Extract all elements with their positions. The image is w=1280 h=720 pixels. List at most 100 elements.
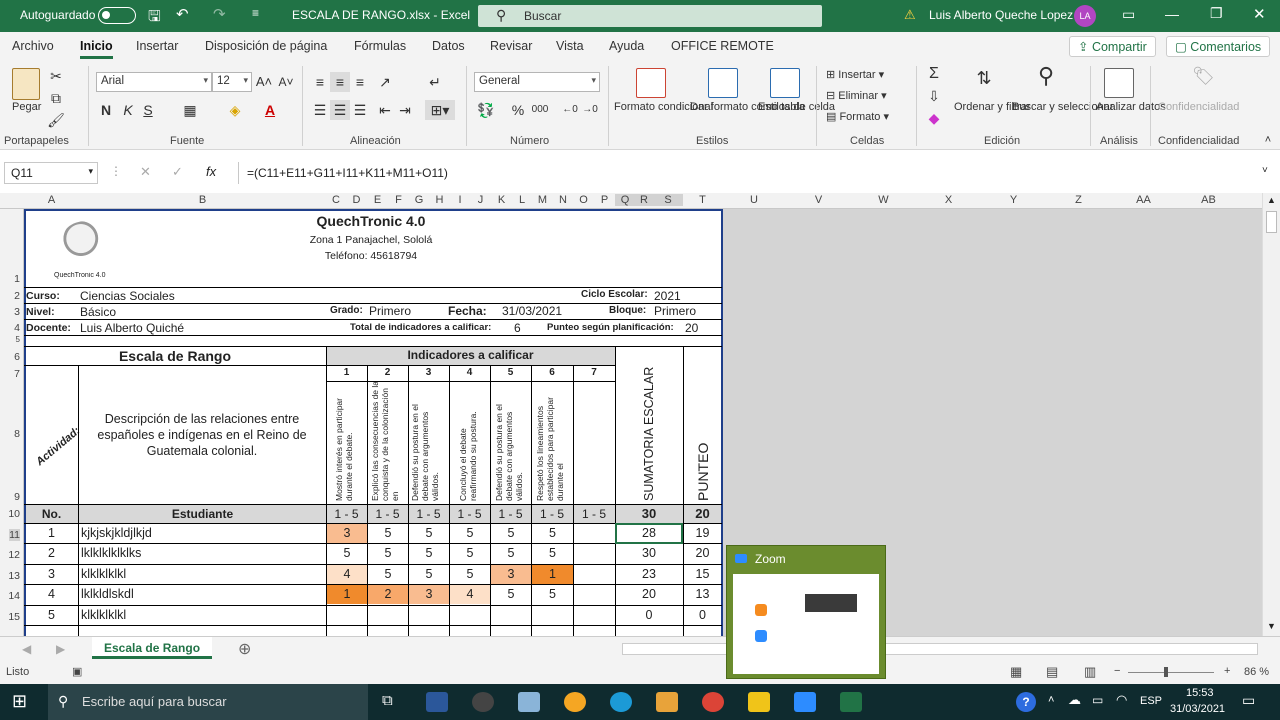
- tab-revisar[interactable]: Revisar: [490, 39, 532, 53]
- comments-button[interactable]: ▢ Comentarios: [1166, 36, 1271, 57]
- column-header[interactable]: N: [553, 194, 573, 206]
- student-number[interactable]: 5: [24, 606, 79, 625]
- next-sheet-icon[interactable]: ▶: [56, 642, 65, 656]
- minimize-icon[interactable]: —: [1165, 6, 1179, 22]
- score-cell[interactable]: 5: [327, 544, 367, 563]
- student-name[interactable]: lklklklklklks: [81, 544, 326, 563]
- battery-icon[interactable]: ▭: [1092, 693, 1103, 707]
- restore-icon[interactable]: ❐: [1210, 5, 1223, 22]
- score-cell[interactable]: [574, 606, 615, 625]
- score-cell[interactable]: 1: [327, 585, 367, 604]
- column-header[interactable]: Y: [981, 194, 1046, 206]
- curso-value[interactable]: Ciencias Sociales: [80, 289, 175, 303]
- italic-button[interactable]: K: [118, 100, 138, 120]
- expand-formula-icon[interactable]: ˅: [1262, 165, 1268, 176]
- column-header[interactable]: Q: [615, 194, 635, 206]
- fill-icon[interactable]: ⇩: [924, 86, 944, 106]
- ciclo-value[interactable]: 2021: [654, 289, 681, 303]
- score-cell[interactable]: [327, 606, 367, 625]
- horizontal-scrollbar[interactable]: [622, 643, 1258, 655]
- row-header[interactable]: 7: [14, 368, 20, 380]
- fecha-value[interactable]: 31/03/2021: [502, 304, 562, 318]
- orientation-icon[interactable]: ↗: [375, 72, 395, 92]
- media-player-icon[interactable]: [656, 692, 678, 712]
- sum-cell[interactable]: 20: [615, 585, 683, 604]
- punteo-cell[interactable]: 15: [683, 565, 722, 584]
- number-format-select[interactable]: General ▾: [474, 72, 600, 92]
- row-header[interactable]: 1: [14, 273, 20, 285]
- cell-styles-icon[interactable]: [770, 68, 800, 98]
- copy-icon[interactable]: ⧉: [46, 88, 66, 108]
- collapse-ribbon-icon[interactable]: ˄: [1258, 130, 1278, 150]
- row-header[interactable]: 14: [8, 590, 20, 602]
- score-cell[interactable]: 3: [327, 524, 367, 543]
- score-cell[interactable]: 1: [532, 565, 573, 584]
- normal-view-icon[interactable]: ▦: [1010, 664, 1022, 680]
- score-cell[interactable]: 4: [450, 585, 490, 604]
- score-cell[interactable]: 5: [368, 565, 408, 584]
- row-header[interactable]: 12: [8, 549, 20, 561]
- decrease-decimal-icon[interactable]: →0: [580, 100, 600, 120]
- indicator-text[interactable]: Defendió su postura en el debate con arg…: [410, 381, 440, 501]
- confidential-button[interactable]: Confidencialidad: [1158, 100, 1239, 114]
- row-header[interactable]: 8: [14, 428, 20, 440]
- column-header[interactable]: B: [79, 194, 326, 206]
- conditional-format-button[interactable]: Formato condicional: [614, 100, 713, 114]
- conditional-format-icon[interactable]: [636, 68, 666, 98]
- scroll-down-icon[interactable]: ▼: [1267, 621, 1276, 631]
- score-cell[interactable]: 5: [532, 544, 573, 563]
- column-header[interactable]: A: [24, 194, 79, 206]
- format-cells-button[interactable]: ▤ Formato ▾: [826, 110, 889, 124]
- scroll-thumb[interactable]: [1266, 211, 1277, 233]
- row-header[interactable]: 6: [14, 351, 20, 363]
- align-left-icon[interactable]: ☰: [310, 100, 330, 120]
- app-icon[interactable]: [518, 692, 540, 712]
- column-header[interactable]: Z: [1046, 194, 1111, 206]
- avatar[interactable]: LA: [1074, 5, 1096, 27]
- score-cell[interactable]: 5: [532, 585, 573, 604]
- score-cell[interactable]: 2: [368, 585, 408, 604]
- docente-value[interactable]: Luis Alberto Quiché: [80, 321, 184, 335]
- clock-date[interactable]: 31/03/2021: [1170, 703, 1225, 715]
- align-center-icon[interactable]: ☰: [330, 100, 350, 120]
- sum-cell[interactable]: 23: [615, 565, 683, 584]
- column-header[interactable]: C: [326, 194, 346, 206]
- score-cell[interactable]: [574, 585, 615, 604]
- score-cell[interactable]: [574, 565, 615, 584]
- selected-cell[interactable]: [615, 523, 683, 544]
- column-header[interactable]: F: [388, 194, 409, 206]
- file-explorer-icon[interactable]: [748, 692, 770, 712]
- score-cell[interactable]: 5: [409, 565, 449, 584]
- zoom-taskbar-icon[interactable]: [794, 692, 816, 712]
- score-cell[interactable]: [574, 524, 615, 543]
- customize-toolbar-icon[interactable]: ≡: [252, 6, 259, 20]
- merge-center-icon[interactable]: ⊞▾: [425, 100, 455, 120]
- score-cell[interactable]: 5: [491, 544, 531, 563]
- column-header[interactable]: AB: [1176, 194, 1241, 206]
- column-header[interactable]: D: [346, 194, 367, 206]
- sheet-tab-escala[interactable]: Escala de Rango: [92, 637, 213, 659]
- autosave-toggle[interactable]: [98, 7, 136, 24]
- avast-icon[interactable]: [564, 692, 586, 712]
- row-header[interactable]: 5: [16, 335, 20, 344]
- notifications-icon[interactable]: ▭: [1242, 692, 1255, 709]
- language-indicator[interactable]: ESP: [1140, 695, 1162, 707]
- score-cell[interactable]: 5: [409, 544, 449, 563]
- zoom-level[interactable]: 86 %: [1244, 666, 1269, 678]
- zoom-preview[interactable]: [733, 574, 879, 674]
- wrap-text-icon[interactable]: ↵: [425, 72, 445, 92]
- font-name-select[interactable]: Arial ▾: [96, 72, 212, 92]
- student-number[interactable]: 4: [24, 585, 79, 604]
- windows-start-icon[interactable]: ⊞: [12, 691, 27, 712]
- tab-insertar[interactable]: Insertar: [136, 39, 178, 53]
- font-size-select[interactable]: 12 ▾: [212, 72, 252, 92]
- format-painter-icon[interactable]: 🖌: [46, 110, 66, 130]
- wifi-icon[interactable]: ◠: [1116, 692, 1127, 708]
- column-header[interactable]: AA: [1111, 194, 1176, 206]
- student-name[interactable]: lklkldlskdl: [81, 585, 326, 604]
- column-header[interactable]: P: [594, 194, 615, 206]
- confidential-icon[interactable]: 🏷: [1192, 66, 1215, 86]
- student-number[interactable]: 2: [24, 544, 79, 563]
- student-number[interactable]: 1: [24, 524, 79, 543]
- name-box[interactable]: Q11 ▾: [4, 162, 98, 184]
